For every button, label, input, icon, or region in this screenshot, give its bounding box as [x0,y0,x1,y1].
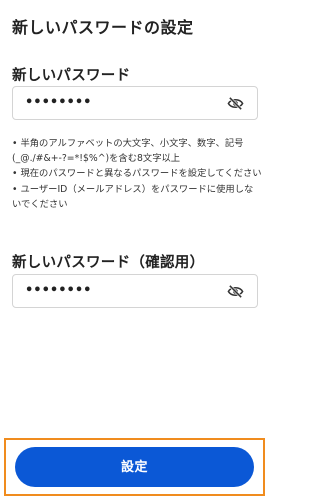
rule-item: • 現在のパスワードと異なるパスワードを設定してください [12,168,262,180]
submit-highlight-frame: 設定 [4,438,265,496]
eye-off-icon[interactable] [227,284,244,299]
confirm-password-label: 新しいパスワード（確認用） [12,255,205,271]
rule-item: • 半角のアルファベットの大文字、小文字、数字、記号(_@./#&+-?=*!$… [12,138,244,165]
page-title: 新しいパスワードの設定 [12,18,194,37]
eye-off-icon[interactable] [227,96,244,111]
new-password-label: 新しいパスワード [12,68,131,84]
new-password-field[interactable]: •••••••• [12,86,258,120]
confirm-password-field[interactable]: •••••••• [12,274,258,308]
password-rules: • 半角のアルファベットの大文字、小文字、数字、記号(_@./#&+-?=*!$… [12,136,262,212]
new-password-value: •••••••• [25,95,92,110]
confirm-password-value: •••••••• [25,283,92,298]
rule-item: • ユーザーID（メールアドレス）をパスワードに使用しないでください [12,183,254,210]
submit-button[interactable]: 設定 [15,447,254,487]
password-reset-page: 新しいパスワードの設定 新しいパスワード •••••••• • 半角のアルファベ… [0,0,271,501]
